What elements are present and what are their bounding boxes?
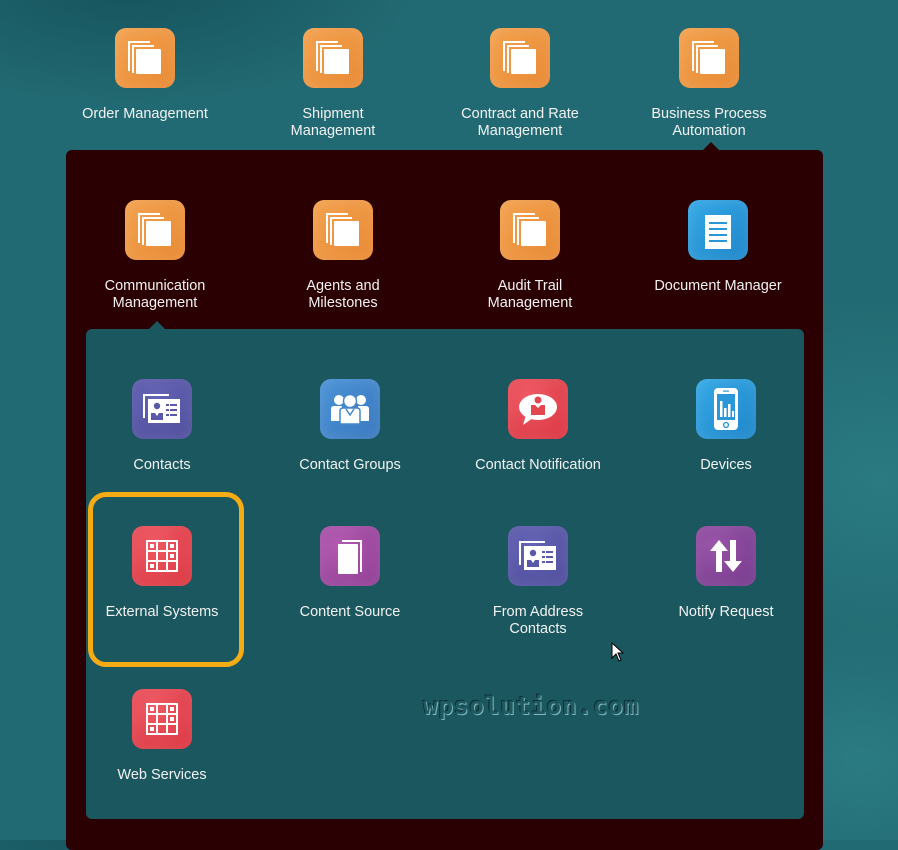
tile-content-source[interactable]: Content Source bbox=[255, 526, 445, 621]
tile-label: Contract and Rate Management bbox=[461, 106, 579, 139]
grid-icon bbox=[132, 689, 192, 749]
tile-contract-rate-management[interactable]: Contract and Rate Management bbox=[425, 28, 615, 140]
tile-label: Document Manager bbox=[654, 278, 782, 294]
tile-communication-management[interactable]: Communication Management bbox=[60, 200, 250, 312]
stacked-pages-icon bbox=[500, 200, 560, 260]
tile-contact-groups[interactable]: Contact Groups bbox=[255, 379, 445, 474]
tile-agents-milestones[interactable]: Agents and Milestones bbox=[248, 200, 438, 312]
tile-label: Notify Request bbox=[678, 604, 774, 620]
tile-label: Audit Trail Management bbox=[487, 278, 573, 311]
tile-devices[interactable]: Devices bbox=[631, 379, 821, 474]
tile-label: Shipment Management bbox=[290, 106, 376, 139]
tile-label: Communication Management bbox=[104, 278, 206, 311]
tile-label: Contact Notification bbox=[475, 457, 601, 473]
tile-label: Content Source bbox=[299, 604, 401, 620]
contact-card-icon bbox=[132, 379, 192, 439]
panel-pointer bbox=[702, 142, 720, 151]
stacked-pages-icon bbox=[679, 28, 739, 88]
watermark: wpsolution.com bbox=[423, 692, 640, 720]
tile-contact-notification[interactable]: Contact Notification bbox=[443, 379, 633, 474]
tile-notify-request[interactable]: Notify Request bbox=[631, 526, 821, 621]
mouse-cursor-icon bbox=[611, 641, 625, 667]
stacked-pages-icon bbox=[490, 28, 550, 88]
stacked-pages-icon bbox=[125, 200, 185, 260]
grid-icon bbox=[132, 526, 192, 586]
tile-label: Business Process Automation bbox=[651, 106, 767, 139]
tile-business-process-automation[interactable]: Business Process Automation bbox=[614, 28, 804, 140]
tile-label: Web Services bbox=[117, 767, 207, 783]
tile-external-systems[interactable]: External Systems bbox=[67, 526, 257, 621]
tile-from-address-contacts[interactable]: From Address Contacts bbox=[443, 526, 633, 638]
tile-web-services[interactable]: Web Services bbox=[67, 689, 257, 784]
stacked-pages-icon bbox=[115, 28, 175, 88]
tile-label: Order Management bbox=[82, 106, 208, 122]
tile-label: External Systems bbox=[105, 604, 219, 620]
contact-card-icon bbox=[508, 526, 568, 586]
stacked-pages-icon bbox=[313, 200, 373, 260]
up-down-arrows-icon bbox=[696, 526, 756, 586]
tile-label: Agents and Milestones bbox=[306, 278, 380, 311]
tile-label: Contacts bbox=[133, 457, 191, 473]
mobile-chart-icon bbox=[696, 379, 756, 439]
tile-order-management[interactable]: Order Management bbox=[50, 28, 240, 123]
document-icon bbox=[688, 200, 748, 260]
tile-label: Contact Groups bbox=[299, 457, 401, 473]
speech-bubble-person-icon bbox=[508, 379, 568, 439]
tile-label: Devices bbox=[700, 457, 752, 473]
tile-document-manager[interactable]: Document Manager bbox=[623, 200, 813, 295]
tile-shipment-management[interactable]: Shipment Management bbox=[238, 28, 428, 140]
pages-icon bbox=[320, 526, 380, 586]
tile-label: From Address Contacts bbox=[492, 604, 584, 637]
people-group-icon bbox=[320, 379, 380, 439]
tile-audit-trail-management[interactable]: Audit Trail Management bbox=[435, 200, 625, 312]
panel-pointer bbox=[148, 321, 166, 330]
stacked-pages-icon bbox=[303, 28, 363, 88]
tile-contacts[interactable]: Contacts bbox=[67, 379, 257, 474]
